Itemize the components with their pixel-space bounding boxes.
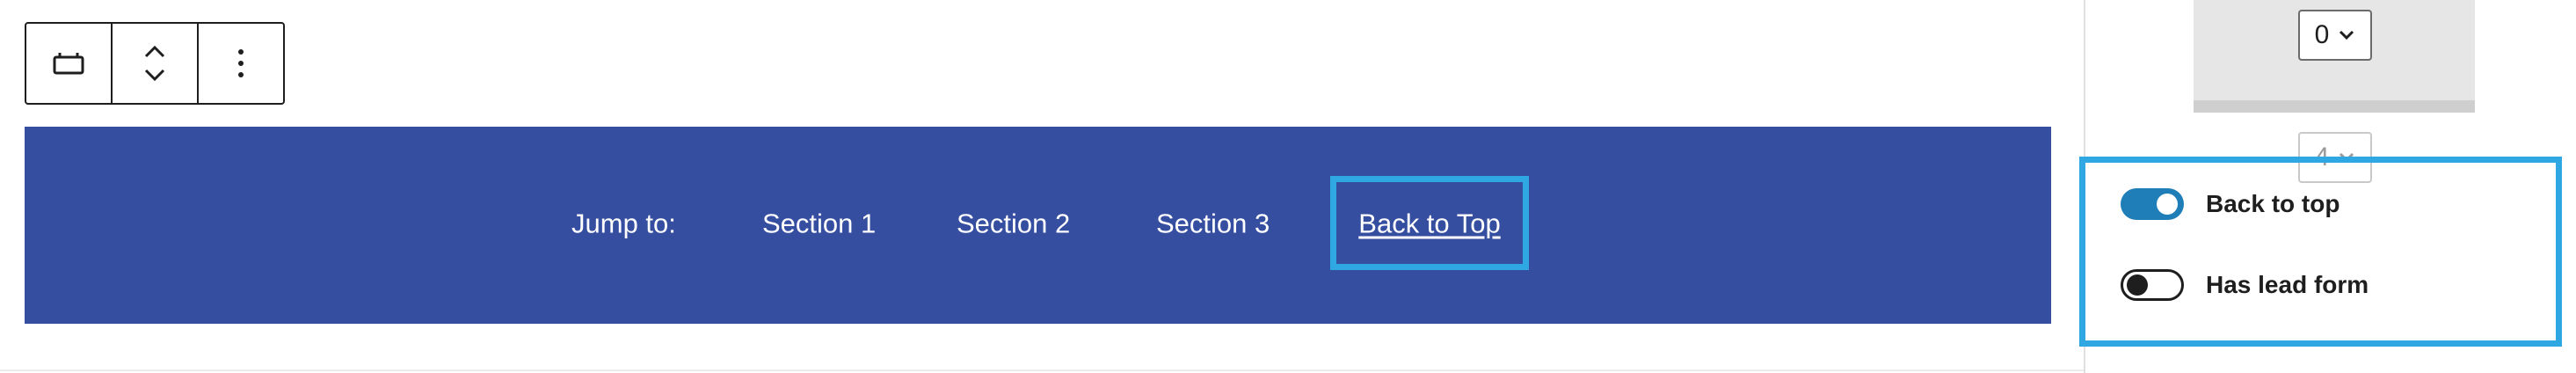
- move-up-down-icon: [144, 45, 165, 82]
- more-options-icon: [238, 49, 244, 77]
- top-value-text: 0: [2314, 20, 2330, 49]
- back-to-top-link[interactable]: Back to Top: [1336, 209, 1523, 237]
- back-to-top-toggle-row[interactable]: Back to top: [2121, 188, 2340, 220]
- toggle-knob: [2127, 274, 2148, 296]
- block-type-button[interactable]: [26, 24, 113, 103]
- jump-nav-block[interactable]: Jump to: Section 1 Section 2 Section 3 B…: [25, 127, 2051, 324]
- chevron-down-icon: [2340, 30, 2354, 40]
- jump-to-label: Jump to:: [571, 208, 676, 239]
- toggle-knob: [2157, 194, 2178, 215]
- nav-link-section-1[interactable]: Section 1: [762, 210, 876, 238]
- nav-link-section-3[interactable]: Section 3: [1156, 210, 1270, 238]
- has-lead-form-toggle[interactable]: [2121, 269, 2184, 301]
- more-options-button[interactable]: [199, 24, 283, 103]
- block-toolbar: [25, 22, 285, 105]
- nav-link-section-2[interactable]: Section 2: [957, 210, 1070, 238]
- has-lead-form-toggle-row[interactable]: Has lead form: [2121, 269, 2369, 301]
- back-to-top-toggle[interactable]: [2121, 188, 2184, 220]
- back-to-top-highlight: Back to Top: [1330, 176, 1529, 270]
- back-to-top-toggle-label: Back to top: [2206, 190, 2340, 217]
- preview-scrollbar[interactable]: [2194, 100, 2475, 113]
- has-lead-form-toggle-label: Has lead form: [2206, 271, 2369, 298]
- block-type-icon: [53, 53, 84, 75]
- move-up-down-button[interactable]: [113, 24, 199, 103]
- top-value-select[interactable]: 0: [2298, 10, 2372, 61]
- toggle-panel-highlight: Back to top Has lead form: [2079, 157, 2562, 347]
- editor-divider: [0, 369, 2084, 371]
